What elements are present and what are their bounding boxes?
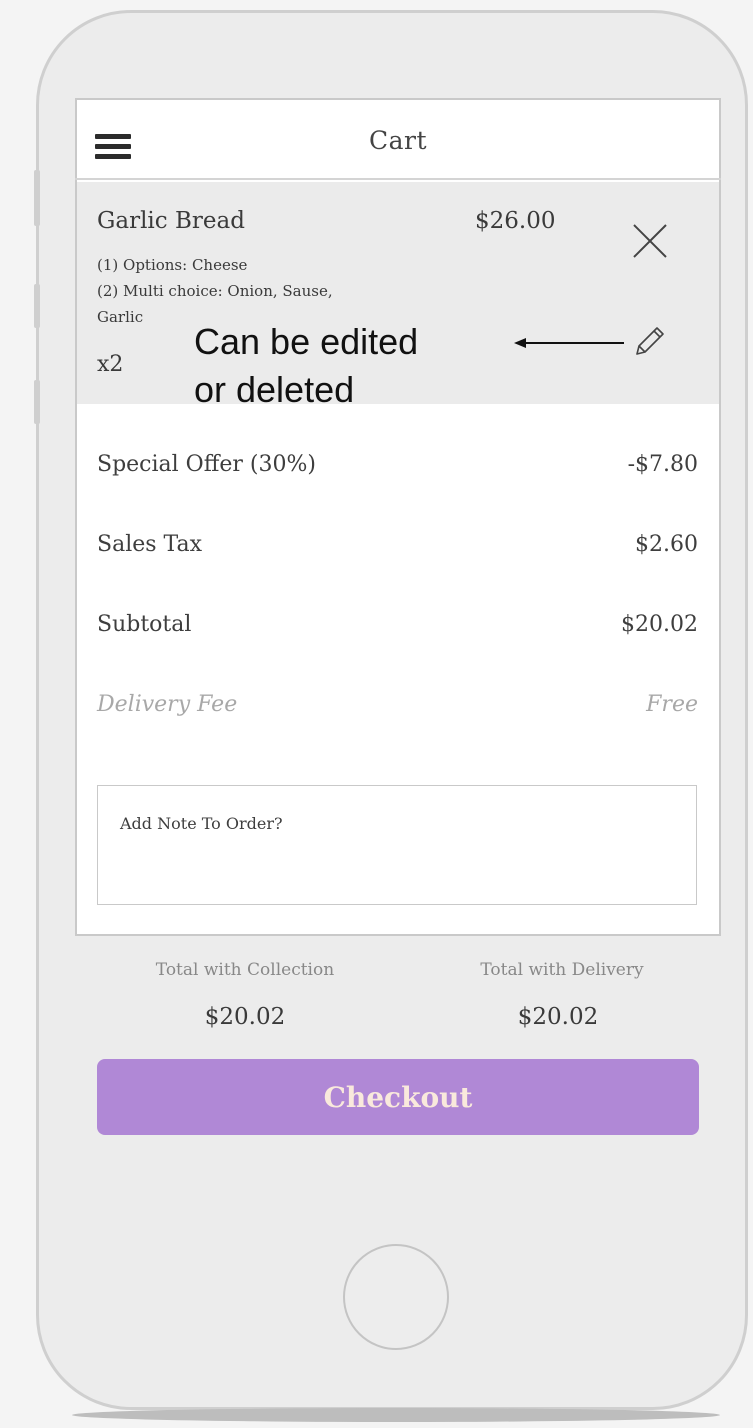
close-icon[interactable] (631, 222, 669, 260)
phone-shadow (72, 1408, 720, 1422)
total-collection-label: Total with Collection (155, 960, 335, 980)
summary-label: Special Offer (30%) (97, 452, 316, 477)
total-delivery-value: $20.02 (517, 1004, 599, 1030)
phone-side-button (34, 284, 40, 328)
item-option: (2) Multi choice: Onion, Sause, (97, 282, 333, 300)
total-collection-value: $20.02 (204, 1004, 286, 1030)
summary-label: Subtotal (97, 612, 192, 637)
summary-value: -$7.80 (627, 452, 698, 477)
page-title: Cart (368, 126, 428, 155)
item-name: Garlic Bread (97, 208, 245, 234)
summary-value: Free (646, 692, 698, 717)
home-button[interactable] (343, 1244, 449, 1350)
phone-side-button (34, 380, 40, 424)
annotation-text: Can be edited or deleted (194, 321, 419, 410)
phone-side-button (34, 170, 40, 226)
summary-value: $2.60 (635, 532, 698, 557)
item-price: $26.00 (475, 208, 556, 234)
item-option: Garlic (97, 308, 144, 326)
pencil-icon[interactable] (633, 324, 667, 358)
app-header: Cart (75, 98, 721, 180)
item-option: (1) Options: Cheese (97, 256, 248, 274)
checkout-button[interactable]: Checkout (97, 1059, 699, 1135)
summary-label: Delivery Fee (97, 692, 238, 717)
item-quantity: x2 (97, 352, 124, 377)
total-delivery-label: Total with Delivery (480, 960, 644, 980)
screen-bottom-border (75, 934, 721, 936)
summary-label: Sales Tax (97, 532, 203, 557)
summary-value: $20.02 (621, 612, 698, 637)
arrow-left-icon (514, 338, 624, 348)
order-note-input[interactable] (97, 785, 697, 905)
